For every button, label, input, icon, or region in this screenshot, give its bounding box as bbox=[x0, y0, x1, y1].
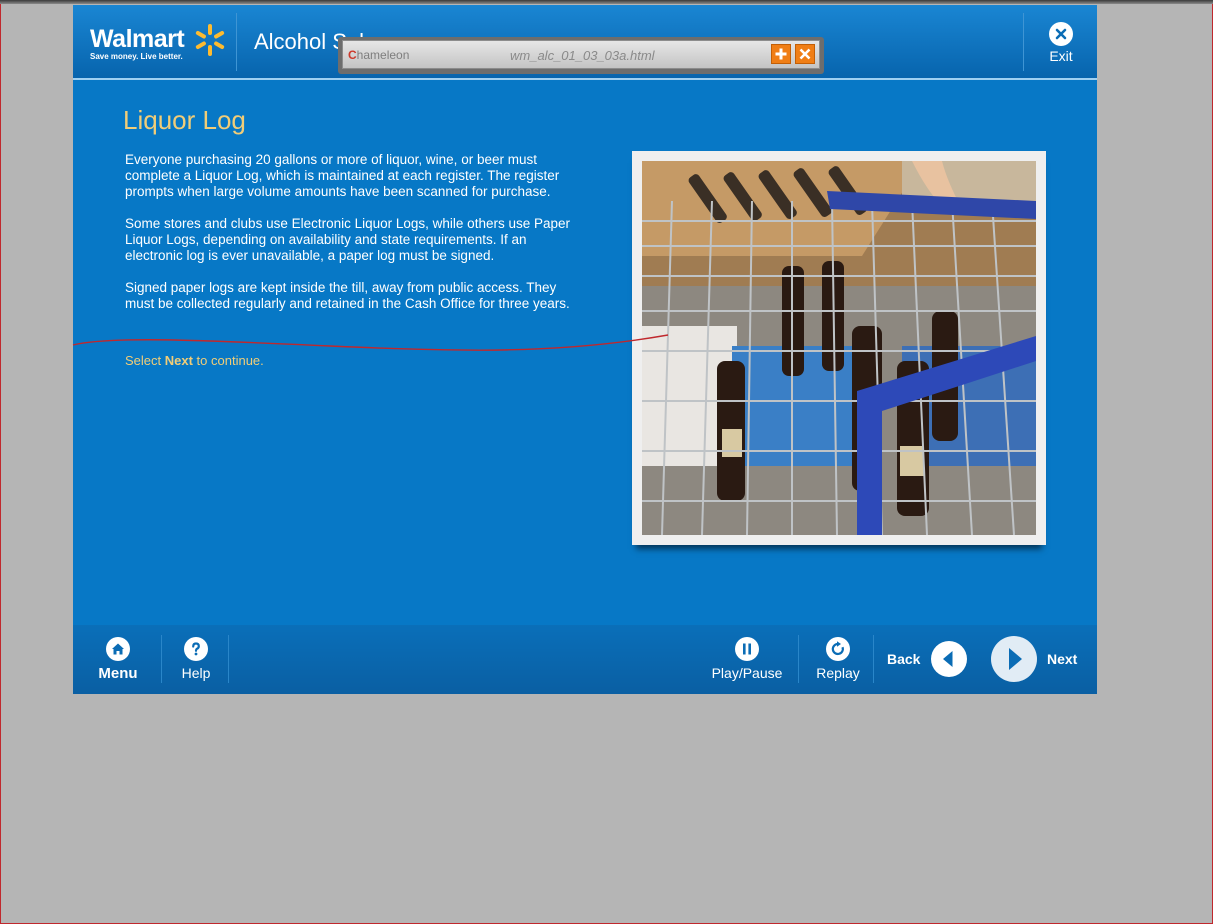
expand-button[interactable] bbox=[771, 44, 791, 64]
instruction-suffix: to continue. bbox=[192, 353, 264, 368]
popup-filename: wm_alc_01_03_03a.html bbox=[510, 48, 655, 63]
back-label[interactable]: Back bbox=[887, 651, 920, 667]
popup-bar: Chameleon wm_alc_01_03_03a.html bbox=[342, 40, 820, 69]
close-icon bbox=[799, 48, 811, 60]
logo-tagline: Save money. Live better. bbox=[90, 52, 183, 61]
replay-label: Replay bbox=[816, 665, 860, 681]
menu-button[interactable]: Menu bbox=[88, 637, 148, 682]
play-pause-label: Play/Pause bbox=[711, 665, 783, 681]
plus-icon bbox=[775, 48, 787, 60]
replay-button[interactable]: Replay bbox=[811, 637, 865, 681]
shopping-cart-illustration bbox=[642, 161, 1036, 535]
home-icon bbox=[106, 637, 130, 661]
course-player: Walmart Save money. Live better. Alcohol… bbox=[73, 5, 1097, 694]
shopping-cart-photo bbox=[632, 151, 1046, 545]
instruction-next-word: Next bbox=[164, 353, 193, 368]
next-button[interactable] bbox=[991, 636, 1037, 682]
walmart-logo: Walmart Save money. Live better. bbox=[90, 25, 185, 61]
help-label: Help bbox=[181, 665, 211, 681]
chameleon-logo-text: hameleon bbox=[356, 48, 410, 62]
course-footer: Menu Help Play/Pause Replay Back Next bbox=[73, 625, 1097, 694]
exit-button[interactable]: Exit bbox=[1024, 19, 1098, 69]
header-rule bbox=[73, 78, 1097, 80]
popup-close-button[interactable] bbox=[795, 44, 815, 64]
window-top-border bbox=[0, 0, 1213, 4]
back-arrow-icon bbox=[943, 651, 953, 667]
footer-divider bbox=[161, 635, 162, 683]
menu-label: Menu bbox=[98, 665, 138, 682]
chameleon-logo: Chameleon bbox=[348, 48, 409, 62]
pause-icon bbox=[735, 637, 759, 661]
header-divider bbox=[236, 13, 237, 71]
footer-divider bbox=[228, 635, 229, 683]
replay-icon bbox=[826, 637, 850, 661]
page-title: Liquor Log bbox=[123, 105, 246, 135]
next-label[interactable]: Next bbox=[1047, 651, 1077, 667]
help-icon bbox=[184, 637, 208, 661]
instruction-prefix: Select bbox=[125, 353, 165, 368]
chameleon-logo-initial: C bbox=[348, 48, 357, 62]
walmart-spark-icon bbox=[195, 24, 225, 56]
footer-divider bbox=[798, 635, 799, 683]
chameleon-popup: Chameleon wm_alc_01_03_03a.html bbox=[338, 37, 824, 74]
paragraph-3: Signed paper logs are kept inside the ti… bbox=[125, 280, 570, 311]
logo-wordmark: Walmart bbox=[90, 25, 185, 53]
close-icon bbox=[1049, 22, 1073, 46]
paragraph-2: Some stores and clubs use Electronic Liq… bbox=[125, 216, 570, 263]
back-button[interactable] bbox=[931, 641, 967, 677]
help-button[interactable]: Help bbox=[168, 637, 224, 681]
paragraph-1: Everyone purchasing 20 gallons or more o… bbox=[125, 152, 560, 199]
footer-divider bbox=[873, 635, 874, 683]
continue-instruction: Select Next to continue. bbox=[125, 353, 264, 368]
exit-label: Exit bbox=[1049, 48, 1073, 64]
play-pause-button[interactable]: Play/Pause bbox=[707, 637, 787, 681]
next-arrow-icon bbox=[1009, 648, 1022, 670]
